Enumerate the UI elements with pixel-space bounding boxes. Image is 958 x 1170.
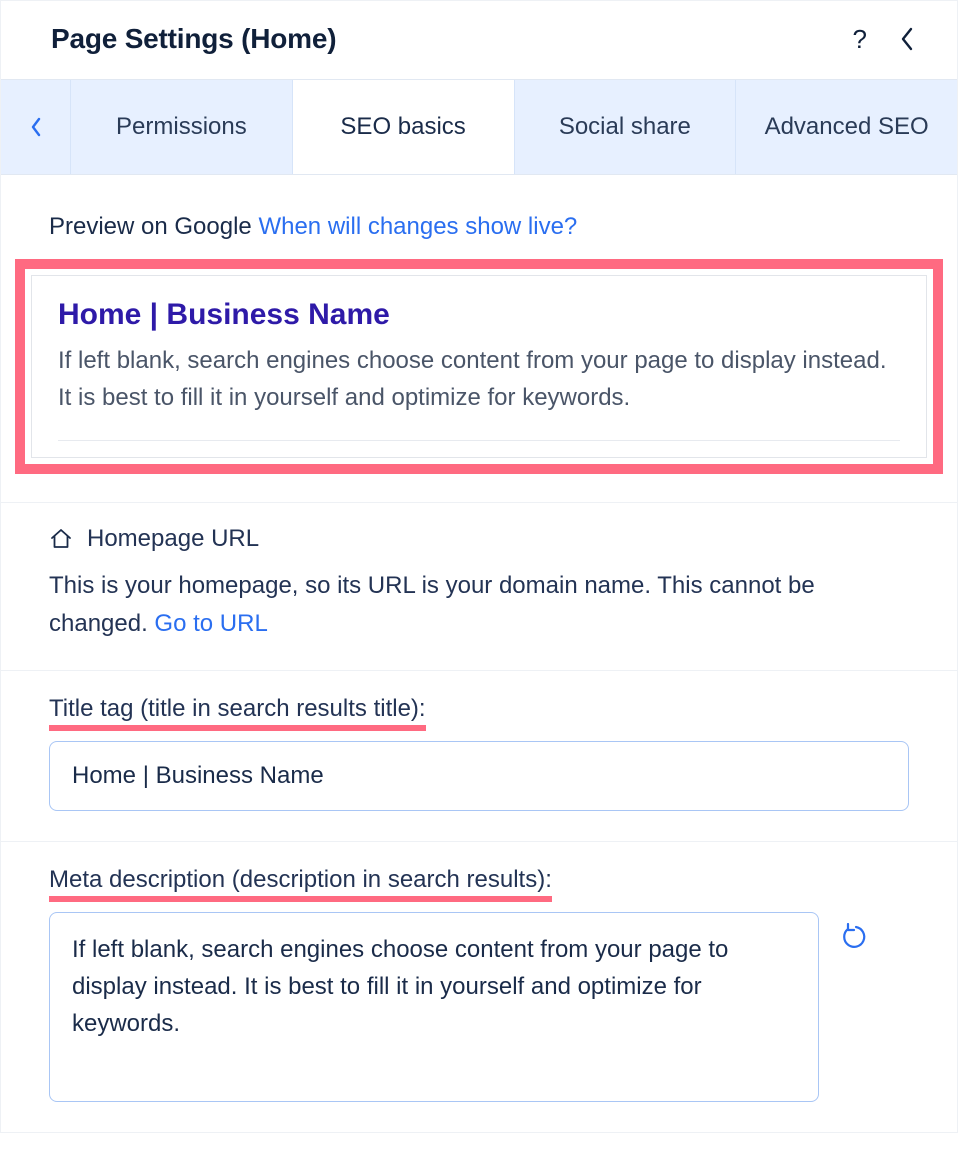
meta-description-input[interactable] [49, 912, 819, 1102]
panel-title: Page Settings (Home) [51, 23, 336, 55]
tab-advanced-seo[interactable]: Advanced SEO [736, 80, 957, 174]
preview-label-row: Preview on Google When will changes show… [49, 213, 909, 241]
preview-label: Preview on Google [49, 213, 258, 240]
preview-highlight-annotation: Home | Business Name If left blank, sear… [15, 259, 943, 474]
back-chevron-icon[interactable] [895, 27, 919, 51]
title-tag-label: Title tag (title in search results title… [49, 695, 426, 725]
homepage-url-label: Homepage URL [87, 525, 259, 553]
page-settings-panel: Page Settings (Home) ? Permissions SEO b… [0, 0, 958, 1133]
go-to-url-link[interactable]: Go to URL [154, 610, 267, 637]
title-tag-input[interactable] [49, 741, 909, 811]
header-actions: ? [853, 24, 919, 55]
home-icon [49, 527, 73, 551]
homepage-url-description: This is your homepage, so its URL is you… [49, 567, 909, 641]
panel-header: Page Settings (Home) ? [1, 1, 957, 79]
tab-seo-basics[interactable]: SEO basics [293, 80, 515, 174]
tab-permissions[interactable]: Permissions [71, 80, 293, 174]
reset-icon[interactable] [839, 920, 873, 954]
help-icon[interactable]: ? [853, 24, 867, 55]
meta-description-row [49, 912, 909, 1102]
google-preview-divider [58, 440, 900, 441]
tab-social-share[interactable]: Social share [515, 80, 737, 174]
homepage-url-label-row: Homepage URL [49, 525, 909, 553]
title-tag-section: Title tag (title in search results title… [1, 670, 957, 841]
preview-changes-link[interactable]: When will changes show live? [258, 213, 577, 240]
google-preview-card: Home | Business Name If left blank, sear… [31, 275, 927, 458]
tabs-back-button[interactable] [1, 80, 71, 174]
meta-description-label: Meta description (description in search … [49, 866, 552, 896]
meta-description-section: Meta description (description in search … [1, 841, 957, 1132]
tabs-bar: Permissions SEO basics Social share Adva… [1, 79, 957, 175]
preview-section: Preview on Google When will changes show… [1, 175, 957, 474]
google-preview-title: Home | Business Name [58, 298, 900, 332]
google-preview-description: If left blank, search engines choose con… [58, 342, 900, 416]
homepage-url-section: Homepage URL This is your homepage, so i… [1, 502, 957, 669]
